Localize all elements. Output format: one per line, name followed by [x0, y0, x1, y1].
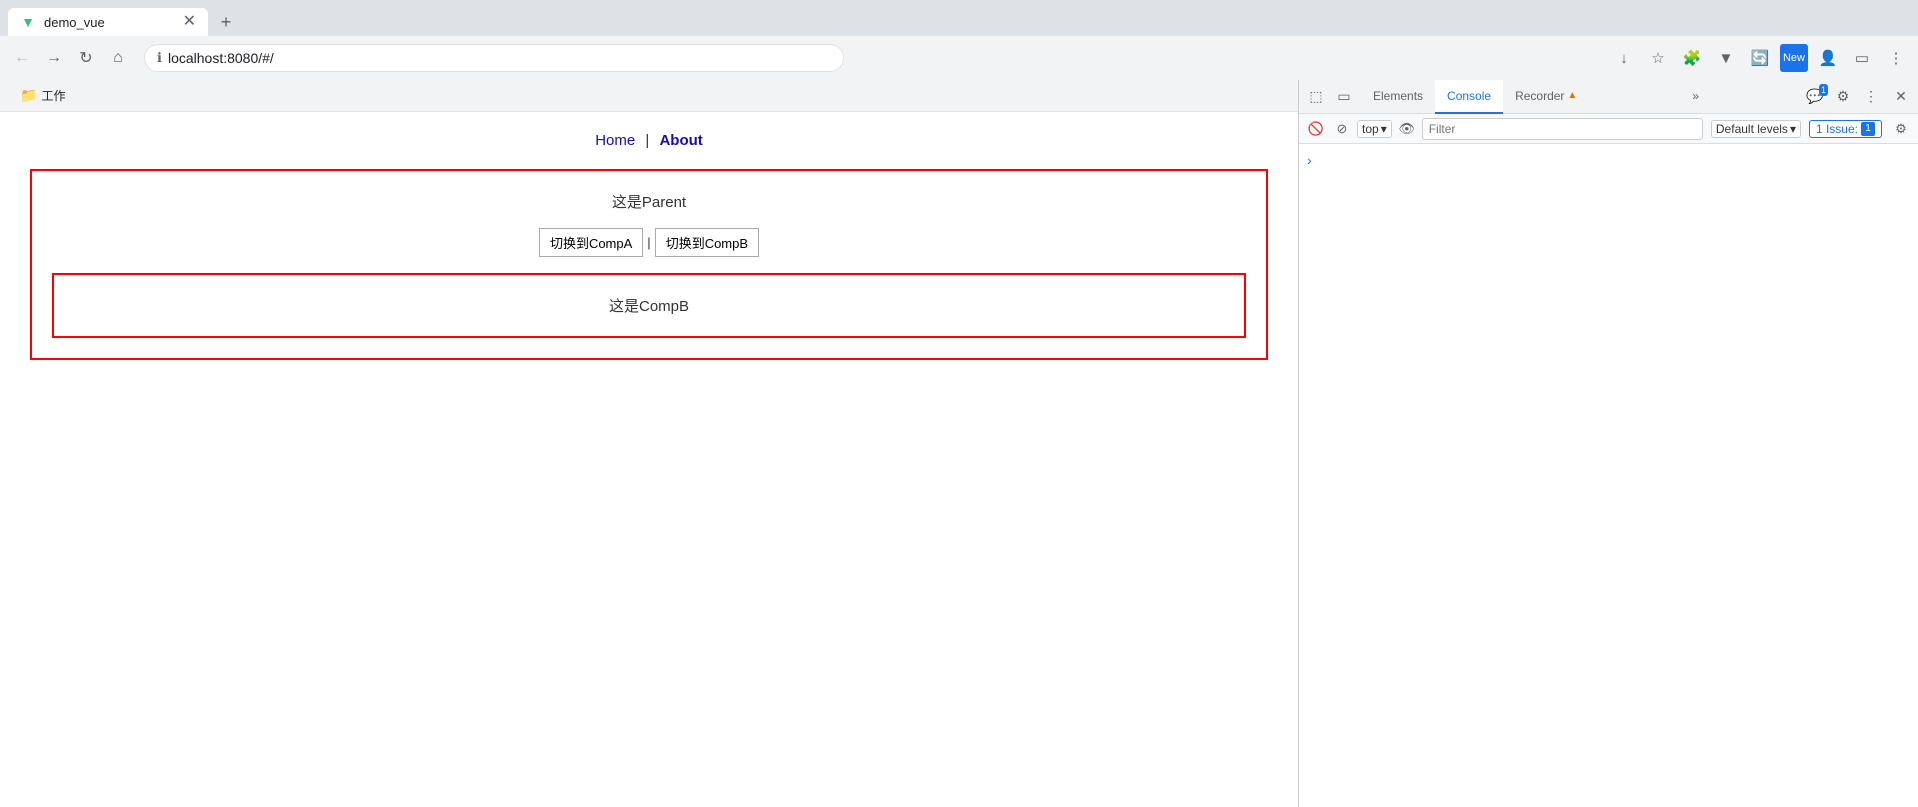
parent-title: 这是Parent — [52, 191, 1246, 212]
forward-button[interactable]: → — [40, 44, 68, 72]
parent-box: 这是Parent 切换到CompA | 切换到CompB 这是CompB — [30, 169, 1268, 360]
bookmark-item-work[interactable]: 📁 工作 — [12, 83, 73, 108]
extension-icon[interactable]: 🧩 — [1678, 44, 1706, 72]
dropdown-arrow-icon: ▾ — [1381, 122, 1387, 136]
devtools-tab-recorder[interactable]: Recorder ▲ — [1503, 80, 1589, 114]
refresh-button[interactable]: ↻ — [72, 44, 100, 72]
devtools-control-icons: ⬚ ▭ — [1303, 84, 1357, 110]
lock-icon: ℹ — [157, 50, 162, 66]
issues-badge[interactable]: 1 Issue: 1 — [1809, 120, 1882, 138]
issues-count: 1 — [1865, 123, 1871, 134]
address-bar[interactable]: ℹ localhost:8080/#/ — [144, 44, 844, 72]
tab-close-button[interactable]: ✕ — [183, 14, 196, 30]
devtools-tabs: ⬚ ▭ Elements Console Recorder ▲ » 💬 1 — [1299, 80, 1918, 114]
inspect-element-icon[interactable]: ⬚ — [1303, 84, 1329, 110]
console-messages-icon[interactable]: 💬 1 — [1802, 84, 1828, 110]
page-content: Home | About 这是Parent 切换到CompA | 切换到Comp… — [0, 112, 1298, 380]
nav-separator: | — [645, 132, 649, 149]
btn-separator: | — [647, 235, 650, 250]
new-tab-button[interactable]: + — [212, 8, 240, 36]
devtools-tab-more[interactable]: » — [1680, 80, 1711, 114]
devtools-close-button[interactable]: ✕ — [1888, 84, 1914, 110]
download-icon[interactable]: ↓ — [1610, 44, 1638, 72]
comp-b-box: 这是CompB — [52, 273, 1246, 338]
default-levels-label: Default levels — [1716, 122, 1788, 136]
new-badge-icon[interactable]: New — [1780, 44, 1808, 72]
console-toolbar: 🚫 ⊘ top ▾ 👁 Default levels ▾ 1 Issue: 1 — [1299, 114, 1918, 144]
console-settings-icon[interactable]: ⚙ — [1890, 118, 1912, 140]
console-filter-icon[interactable]: ⊘ — [1331, 118, 1353, 140]
default-levels-dropdown[interactable]: Default levels ▾ — [1711, 120, 1801, 138]
sidebar-icon[interactable]: ▭ — [1848, 44, 1876, 72]
webpage-area: 📁 工作 Home | About 这是Parent 切换到CompA | 切换… — [0, 80, 1298, 807]
recorder-warning-icon: ▲ — [1567, 90, 1577, 101]
bookmark-star-icon[interactable]: ☆ — [1644, 44, 1672, 72]
folder-icon: 📁 — [20, 87, 37, 104]
console-prompt-arrow[interactable]: › — [1307, 152, 1910, 168]
home-button[interactable]: ⌂ — [104, 44, 132, 72]
home-link[interactable]: Home — [595, 132, 635, 149]
button-row: 切换到CompA | 切换到CompB — [52, 228, 1246, 257]
toolbar-right: ↓ ☆ 🧩 ▼ 🔄 New 👤 ▭ ⋮ — [1610, 44, 1910, 72]
default-levels-arrow-icon: ▾ — [1790, 122, 1796, 136]
devtools-more-options-icon[interactable]: ⋮ — [1858, 84, 1884, 110]
console-filter-input[interactable] — [1422, 118, 1703, 140]
devtools-tab-elements[interactable]: Elements — [1361, 80, 1435, 114]
switch-comp-a-button[interactable]: 切换到CompA — [539, 228, 643, 257]
bookmarks-bar: 📁 工作 — [0, 80, 1298, 112]
browser-body: 📁 工作 Home | About 这是Parent 切换到CompA | 切换… — [0, 80, 1918, 807]
context-dropdown[interactable]: top ▾ — [1357, 120, 1392, 138]
extensions-manage-icon[interactable]: ▼ — [1712, 44, 1740, 72]
about-link[interactable]: About — [659, 132, 702, 149]
menu-icon[interactable]: ⋮ — [1882, 44, 1910, 72]
device-toggle-icon[interactable]: ▭ — [1331, 84, 1357, 110]
message-badge: 1 — [1819, 84, 1828, 97]
devtools-tab-console[interactable]: Console — [1435, 80, 1503, 114]
tab-bar: ▼ demo_vue ✕ + — [0, 0, 1918, 36]
tab-favicon: ▼ — [20, 14, 36, 30]
recorder-label: Recorder — [1515, 89, 1564, 103]
update-icon[interactable]: 🔄 — [1746, 44, 1774, 72]
nav-links: Home | About — [20, 132, 1278, 149]
comp-b-text: 这是CompB — [609, 298, 689, 315]
clear-console-icon[interactable]: 🚫 — [1305, 118, 1327, 140]
url-text: localhost:8080/#/ — [168, 50, 274, 66]
browser-toolbar: ← → ↻ ⌂ ℹ localhost:8080/#/ ↓ ☆ 🧩 ▼ 🔄 Ne… — [0, 36, 1918, 80]
context-label: top — [1362, 122, 1379, 136]
issues-label: 1 Issue: — [1816, 122, 1858, 136]
active-tab[interactable]: ▼ demo_vue ✕ — [8, 8, 208, 36]
devtools-panel: ⬚ ▭ Elements Console Recorder ▲ » 💬 1 — [1298, 80, 1918, 807]
bookmark-label: 工作 — [41, 87, 65, 104]
switch-comp-b-button[interactable]: 切换到CompB — [655, 228, 759, 257]
issues-count-icon: 1 — [1861, 122, 1875, 136]
back-button[interactable]: ← — [8, 44, 36, 72]
vue-logo-icon: ▼ — [21, 14, 35, 30]
eye-icon[interactable]: 👁 — [1396, 118, 1418, 140]
profile-icon[interactable]: 👤 — [1814, 44, 1842, 72]
tab-title: demo_vue — [44, 15, 175, 30]
console-content: › — [1299, 144, 1918, 807]
devtools-settings-icon[interactable]: ⚙ — [1830, 84, 1856, 110]
